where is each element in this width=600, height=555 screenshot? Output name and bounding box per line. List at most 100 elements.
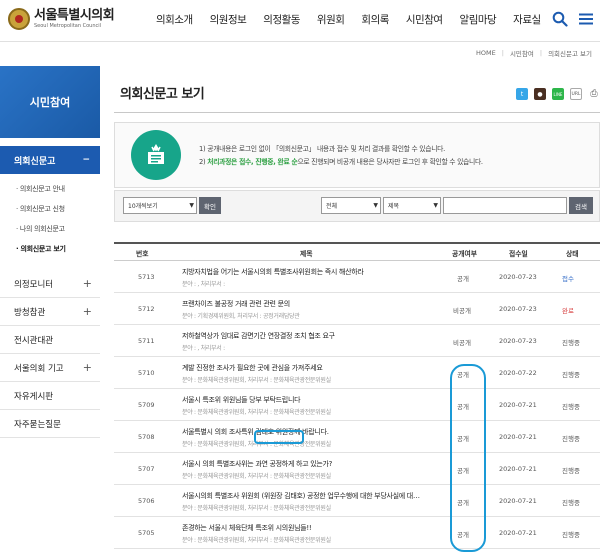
row-date: 2020-07-21: [499, 497, 537, 505]
site-header: 서울특별시의회 Seoul Metropolitan Council 의회소개 …: [0, 0, 600, 42]
expand-icon[interactable]: +: [83, 277, 92, 290]
header-status: 상태: [566, 250, 579, 258]
scope-value: 전체: [326, 203, 338, 210]
breadcrumb-home[interactable]: HOME: [476, 49, 496, 57]
url-copy-icon[interactable]: URL: [570, 88, 582, 100]
twitter-icon[interactable]: t: [516, 88, 528, 100]
main-navigation: 의회소개 의원정보 의정활동 위원회 회의록 시민참여 알림마당 자료실: [156, 12, 558, 27]
share-toolbar: t ● LINE URL ⎙: [516, 88, 600, 100]
print-icon[interactable]: ⎙: [588, 88, 600, 100]
row-date: 2020-07-22: [499, 369, 537, 377]
row-date: 2020-07-21: [499, 401, 537, 409]
council-logo[interactable]: 서울특별시의회 Seoul Metropolitan Council: [8, 8, 115, 30]
confirm-button[interactable]: 확인: [199, 197, 221, 214]
nav-item-about[interactable]: 의회소개: [156, 12, 193, 27]
table-row[interactable]: 5712 프랜차이즈 불공정 거래 관련 관련 문의 분야 : 기획경제위원회,…: [114, 293, 600, 325]
nav-item-members[interactable]: 의원정보: [210, 12, 247, 27]
sidebar: 시민참여 의회신문고 − · 의회신문고 안내 · 의회신문고 신청 · 나의 …: [0, 66, 100, 438]
submenu-item-apply[interactable]: · 의회신문고 신청: [16, 204, 100, 214]
table-row[interactable]: 5711 저하철역상가 임대료 감면기간 연장결정 조치 협조 요구 분야 : …: [114, 325, 600, 357]
info-notice-box: 1) 공개내용은 로그인 없이 「의회신문고」 내용과 접수 및 처리 결과를 …: [114, 122, 600, 188]
table-row[interactable]: 5710 계발 진정한 조사가 필요한 곳에 관심을 가져주세요 분야 : 문화…: [114, 357, 600, 389]
row-subtitle: 분야 : 문화체육관광위원회, 처리부서 : 문화체육관광전문위원실: [182, 441, 331, 448]
line-icon[interactable]: LINE: [552, 88, 564, 100]
header-title: 제목: [300, 250, 313, 258]
sidebar-item-faq[interactable]: 자주묻는질문: [0, 410, 100, 438]
row-title[interactable]: 프랜차이즈 불공정 거래 관련 관련 문의: [182, 299, 472, 309]
sidebar-item-visit[interactable]: 방청참관 +: [0, 298, 100, 326]
row-public: 공개: [457, 371, 469, 379]
field-select[interactable]: 제목 ▼: [383, 197, 441, 214]
row-title[interactable]: 서울시의회 특별조사 위원회 (위원장 김태호) 공정한 업무수행에 대한 부당…: [182, 491, 472, 501]
status-badge: 접수: [562, 275, 574, 283]
row-title[interactable]: 저하철역상가 임대료 감면기간 연장결정 조치 협조 요구: [182, 331, 472, 341]
sidebar-item-monitor[interactable]: 의정모니터 +: [0, 270, 100, 298]
status-badge: 진행중: [562, 403, 580, 411]
row-date: 2020-07-23: [499, 305, 537, 313]
filter-bar: 10개씩보기 ▼ 확인 전체 ▼ 제목 ▼ 검색: [114, 190, 600, 222]
nav-item-minutes[interactable]: 회의록: [361, 12, 389, 27]
table-row[interactable]: 5709 서울시 특조위 위원님들 당부 부탁드립니다 분야 : 문화체육관광위…: [114, 389, 600, 421]
row-title[interactable]: 서울시 특조위 위원님들 당부 부탁드립니다: [182, 395, 472, 405]
table-row[interactable]: 5705 존경하는 서울시 체육단체 특조위 시의원님들!! 분야 : 문화체육…: [114, 517, 600, 549]
per-page-select[interactable]: 10개씩보기 ▼: [123, 197, 197, 214]
search-icon[interactable]: [552, 11, 568, 27]
row-number: 5706: [138, 497, 155, 505]
row-title[interactable]: 계발 진정한 조사가 필요한 곳에 관심을 가져주세요: [182, 363, 472, 373]
nav-item-activities[interactable]: 의정활동: [263, 12, 300, 27]
row-title[interactable]: 존경하는 서울시 체육단체 특조위 시의원님들!!: [182, 523, 472, 533]
row-subtitle: 분야 : 문화체육관광위원회, 처리부서 : 문화체육관광전문위원실: [182, 473, 331, 480]
header-public: 공개여부: [452, 250, 478, 258]
sidebar-title: 시민참여: [0, 66, 100, 138]
submenu-item-my[interactable]: · 나의 의회신문고: [16, 224, 100, 234]
row-title[interactable]: 지방자치법을 어기는 서울시의회 특별조사위원회는 즉시 해산하라: [182, 267, 472, 277]
chevron-down-icon: ▼: [189, 202, 194, 209]
title-divider: [114, 112, 600, 113]
info-line-1: 1) 공개내용은 로그인 없이 「의회신문고」 내용과 접수 및 처리 결과를 …: [199, 145, 445, 153]
nav-item-notices[interactable]: 알림마당: [460, 12, 497, 27]
table-row[interactable]: 5708 서울특별시 의회 조사특위 김태호 위원장께 바랍니다. 분야 : 문…: [114, 421, 600, 453]
row-title[interactable]: 서울시 의회 특별조사위는 과연 공정하게 하고 있는가?: [182, 459, 472, 469]
nav-item-participation[interactable]: 시민참여: [406, 12, 443, 27]
sidebar-item-label: 방청참관: [14, 307, 46, 318]
table-row[interactable]: 5713 지방자치법을 어기는 서울시의회 특별조사위원회는 즉시 해산하라 분…: [114, 261, 600, 293]
status-badge: 진행중: [562, 435, 580, 443]
hamburger-menu-icon[interactable]: [578, 11, 594, 27]
expand-icon[interactable]: +: [83, 305, 92, 318]
table-row[interactable]: 5707 서울시 의회 특별조사위는 과연 공정하게 하고 있는가? 분야 : …: [114, 453, 600, 485]
table-row[interactable]: 5706 서울시의회 특별조사 위원회 (위원장 김태호) 공정한 업무수행에 …: [114, 485, 600, 517]
row-public: 공개: [457, 531, 469, 539]
chevron-down-icon: ▼: [433, 202, 438, 209]
search-button[interactable]: 검색: [569, 197, 593, 214]
row-number: 5713: [138, 273, 155, 281]
header-num: 번호: [136, 250, 149, 258]
expand-icon[interactable]: +: [83, 361, 92, 374]
table-header: 번호 제목 공개여부 접수일 상태: [114, 242, 600, 261]
search-input[interactable]: [443, 197, 567, 214]
row-public: 공개: [457, 275, 469, 283]
sidebar-item-exhibition[interactable]: 전시관대관: [0, 326, 100, 354]
info-line-2-prefix: 2): [199, 158, 208, 166]
submenu-item-view[interactable]: · 의회신문고 보기: [16, 244, 100, 254]
collapse-icon[interactable]: −: [82, 155, 90, 165]
submenu-item-guide[interactable]: · 의회신문고 안내: [16, 184, 100, 194]
nav-item-committees[interactable]: 위원회: [317, 12, 345, 27]
sidebar-item-petition[interactable]: 의회신문고 −: [0, 146, 100, 174]
row-number: 5707: [138, 465, 155, 473]
row-number: 5712: [138, 305, 155, 313]
kakaotalk-icon[interactable]: ●: [534, 88, 546, 100]
status-badge: 진행중: [562, 499, 580, 507]
nav-item-archive[interactable]: 자료실: [513, 12, 541, 27]
row-public: 비공개: [453, 339, 471, 347]
scope-select[interactable]: 전체 ▼: [321, 197, 381, 214]
sidebar-item-contribution[interactable]: 서울의회 기고 +: [0, 354, 100, 382]
status-badge: 완료: [562, 307, 574, 315]
sidebar-item-freeboard[interactable]: 자유게시판: [0, 382, 100, 410]
row-date: 2020-07-23: [499, 337, 537, 345]
breadcrumb-section[interactable]: 시민참여: [510, 48, 534, 58]
info-line-2-suffix: 으로 진행되며 비공개 내용은 당사자만 로그인 후 확인할 수 있습니다.: [297, 158, 483, 166]
row-number: 5709: [138, 401, 155, 409]
row-title[interactable]: 서울특별시 의회 조사특위 김태호 위원장께 바랍니다.: [182, 427, 472, 437]
row-subtitle: 분야 : 문화체육관광위원회, 처리부서 : 문화체육관광전문위원실: [182, 505, 331, 512]
row-subtitle: 분야 : 문화체육관광위원회, 처리부서 : 문화체육관광전문위원실: [182, 537, 331, 544]
